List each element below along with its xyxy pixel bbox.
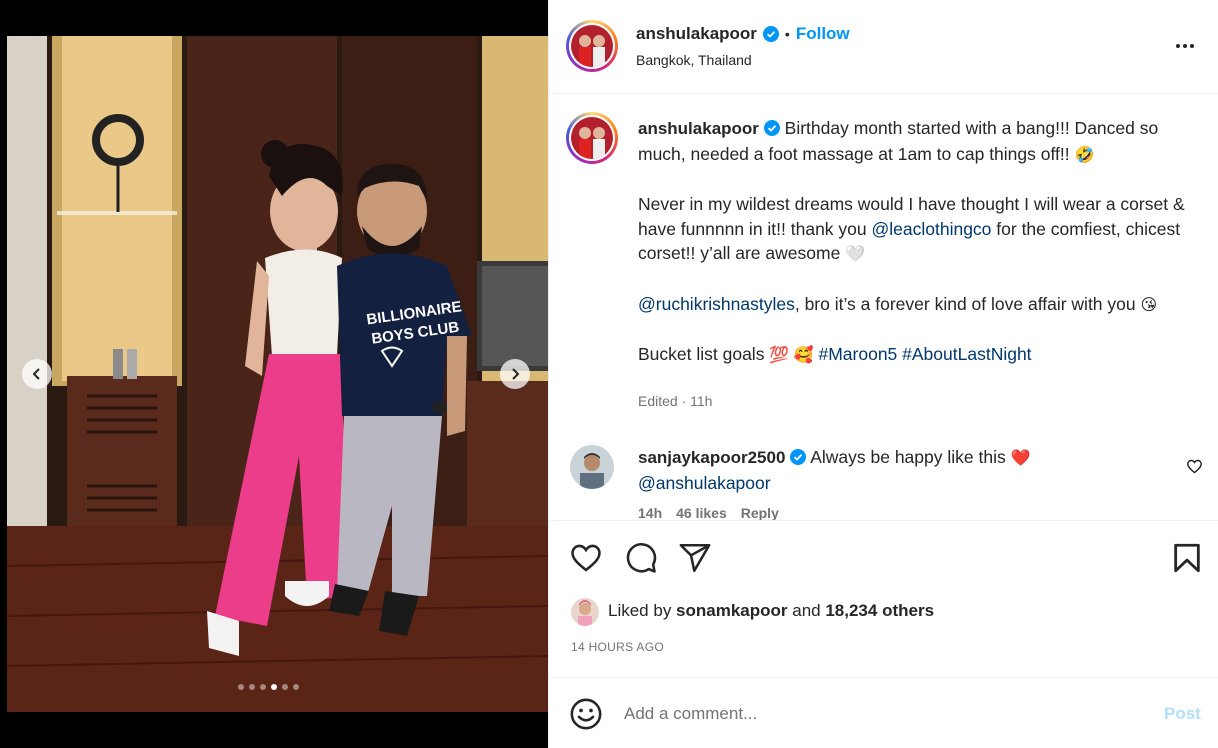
liker-avatar[interactable] — [571, 598, 599, 626]
likes-count[interactable]: 18,234 others — [825, 601, 934, 620]
comment-mention[interactable]: @anshulakapoor — [638, 473, 771, 493]
mention-ruchikrishnastyles[interactable]: @ruchikrishnastyles — [638, 294, 795, 314]
hundred-smile-emoji: 💯 🥰 — [769, 347, 814, 364]
carousel-dots — [238, 684, 299, 690]
author-username[interactable]: anshulakapoor — [636, 24, 757, 44]
chevron-left-icon — [32, 368, 40, 380]
rofl-emoji: 🤣 — [1074, 146, 1095, 164]
liked-by-prefix: Liked by — [608, 601, 677, 620]
comment-input[interactable] — [624, 699, 1144, 729]
white-heart-emoji: 🤍 — [845, 246, 866, 263]
post-location[interactable]: Bangkok, Thailand — [636, 52, 752, 68]
liked-by-user[interactable]: sonamkapoor — [676, 601, 787, 620]
comment-body: sanjaykapoor2500 Always be happy like th… — [638, 445, 1168, 496]
carousel-dot — [260, 684, 266, 690]
mention-leaclothingco[interactable]: @leaclothingco — [872, 219, 992, 239]
caption-text: , bro it’s a forever kind of love affair… — [794, 293, 1141, 314]
comment-meta: 14h 46 likes Reply — [638, 505, 779, 520]
comments-section[interactable]: anshulakapoor Birthday month started wit… — [549, 95, 1218, 520]
avatar-photo — [571, 25, 613, 67]
hashtags[interactable]: #Maroon5 #AboutLastNight — [818, 344, 1031, 364]
kiss-emoji: 😘 — [1140, 296, 1158, 314]
verified-icon — [790, 449, 807, 465]
post-header: anshulakapoor • Follow Bangkok, Thailand — [549, 0, 1218, 94]
avatar-photo — [571, 117, 613, 159]
carousel-dot — [238, 684, 244, 690]
separator-bullet: • — [784, 26, 790, 42]
chevron-right-icon — [512, 368, 520, 380]
author-line: anshulakapoor • Follow — [636, 24, 850, 44]
photo-illustration: BILLIONAIRE BOYS CLUB — [7, 36, 548, 712]
post-media: BILLIONAIRE BOYS CLUB — [0, 0, 548, 748]
follow-button[interactable]: Follow — [796, 24, 850, 44]
post-timestamp[interactable]: 14 HOURS AGO — [571, 640, 664, 654]
commenter-username[interactable]: sanjaykapoor2500 — [638, 448, 785, 467]
caption-username[interactable]: anshulakapoor — [638, 119, 759, 138]
carousel-dot — [249, 684, 255, 690]
liked-by-text: Liked by sonamkapoor and 18,234 others — [608, 601, 934, 621]
actions-section: Liked by sonamkapoor and 18,234 others 1… — [549, 520, 1218, 678]
commenter-avatar[interactable] — [570, 445, 614, 489]
previous-slide-button[interactable] — [22, 359, 52, 389]
caption-edited-time: Edited · 11h — [638, 393, 713, 409]
comment-icon[interactable] — [624, 541, 658, 575]
carousel-dot — [271, 684, 277, 690]
more-options-icon[interactable] — [1172, 36, 1198, 56]
red-heart-emoji: ❤️ — [1010, 450, 1031, 467]
post-photo: BILLIONAIRE BOYS CLUB — [7, 36, 548, 712]
heart-icon[interactable] — [569, 541, 603, 575]
liked-by-middle: and — [787, 601, 826, 620]
carousel-dot — [293, 684, 299, 690]
avatar-photo — [571, 598, 599, 626]
emoji-icon[interactable] — [569, 697, 603, 731]
comment-text: Always be happy like this — [810, 447, 1011, 467]
next-slide-button[interactable] — [500, 359, 530, 389]
carousel-dot — [282, 684, 288, 690]
share-icon[interactable] — [678, 541, 712, 575]
author-avatar[interactable] — [566, 20, 618, 72]
comment-time: 14h — [638, 505, 663, 520]
reply-button[interactable]: Reply — [741, 505, 779, 520]
comment-likes[interactable]: 46 likes — [676, 505, 727, 520]
avatar-photo — [570, 445, 614, 489]
save-icon[interactable] — [1170, 541, 1204, 575]
post-panel: anshulakapoor • Follow Bangkok, Thailand… — [548, 0, 1218, 748]
post-caption: anshulakapoor Birthday month started wit… — [638, 116, 1198, 393]
post-comment-button[interactable]: Post — [1164, 704, 1201, 724]
verified-icon — [763, 120, 780, 136]
comment-heart-icon[interactable] — [1186, 458, 1203, 475]
verified-icon — [762, 26, 779, 42]
add-comment-bar: Post — [549, 679, 1218, 748]
caption-author-avatar[interactable] — [566, 112, 618, 164]
caption-text: Bucket list goals — [638, 344, 770, 364]
